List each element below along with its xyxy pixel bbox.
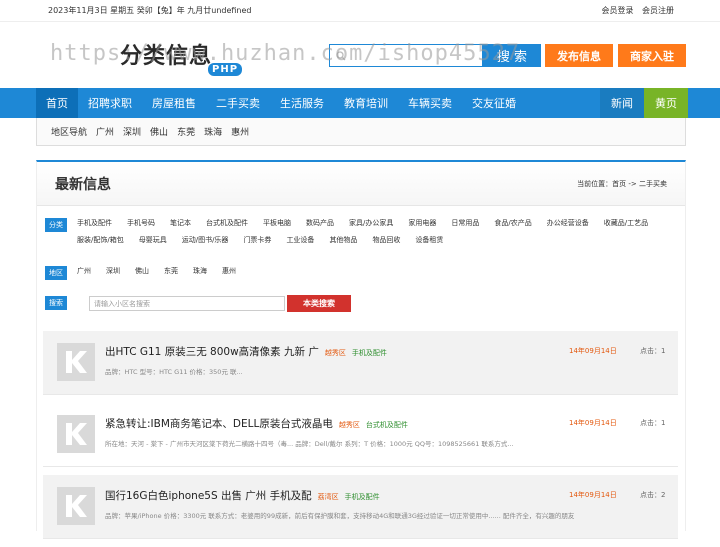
- watermark: https://www.huzhan.com/ishop45527: [50, 41, 521, 66]
- listing-title[interactable]: 国行16G白色iphone5S 出售 广州 手机及配: [105, 490, 312, 502]
- area-option[interactable]: 佛山: [135, 266, 149, 276]
- listing-description: 品牌：HTC 型号：HTC G11 价格：350元 联...: [105, 368, 243, 376]
- listing-list: 出HTC G11 原装三无 800w高清像素 九新 广越秀区 手机及配件 品牌：HT…: [43, 331, 678, 547]
- nav-life-services[interactable]: 生活服务: [270, 88, 334, 118]
- listing-date: 14年09月14日: [569, 419, 617, 427]
- category-option[interactable]: 办公经营设备: [547, 218, 589, 228]
- area-option[interactable]: 深圳: [106, 266, 120, 276]
- listing-area[interactable]: 越秀区: [339, 421, 360, 429]
- listing-item[interactable]: 出HTC G11 原装三无 800w高清像素 九新 广越秀区 手机及配件品牌：HT…: [43, 331, 678, 395]
- nav-home[interactable]: 首页: [36, 88, 78, 118]
- nav-jobs[interactable]: 招聘求职: [78, 88, 142, 118]
- listing-title[interactable]: 出HTC G11 原装三无 800w高清像素 九新 广: [105, 346, 319, 358]
- listing-clicks: 点击：1: [640, 419, 666, 427]
- listing-thumbnail[interactable]: [57, 487, 95, 525]
- latest-info-panel: 最新信息 当前位置：首页 -> 二手买卖 分类 手机及配件 手机号码 笔记本 台式机及…: [36, 160, 686, 539]
- category-option[interactable]: 其他物品: [329, 235, 357, 245]
- area-option[interactable]: 广州: [77, 266, 91, 276]
- post-info-button[interactable]: 发布信息: [545, 44, 613, 67]
- panel-title: 最新信息: [55, 176, 111, 193]
- category-filter: 分类 手机及配件 手机号码 笔记本 台式机及配件 平板电脑 数码产品 家具/办公家具 家用电器…: [45, 218, 677, 252]
- area-option[interactable]: 珠海: [193, 266, 207, 276]
- area-option[interactable]: 惠州: [222, 266, 236, 276]
- category-option[interactable]: 收藏品/工艺品: [604, 218, 648, 228]
- category-option[interactable]: 日常用品: [451, 218, 479, 228]
- placeholder-logo-icon: [66, 351, 87, 373]
- listing-item[interactable]: 国行16G白色iphone5S 出售 广州 手机及配 荔湾区 手机及配件品牌：苹果/…: [43, 475, 678, 539]
- main-nav: 首页 招聘求职 房屋租售 二手买卖 生活服务 教育培训 车辆买卖 交友征婚 新闻…: [0, 88, 720, 118]
- search-tag: 搜索: [45, 296, 67, 310]
- region-nav: 地区导航 广州 深圳 佛山 东莞 珠海 惠州: [36, 118, 686, 146]
- category-option[interactable]: 设备租赁: [415, 235, 443, 245]
- panel-header: 最新信息 当前位置：首页 -> 二手买卖: [37, 162, 685, 206]
- category-option[interactable]: 物品回收: [372, 235, 400, 245]
- category-option[interactable]: 服装/配饰/箱包: [77, 235, 124, 245]
- category-option[interactable]: 运动/图书/乐器: [182, 235, 229, 245]
- category-tag: 分类: [45, 218, 67, 232]
- category-option[interactable]: 家具/办公家具: [349, 218, 393, 228]
- category-option[interactable]: 平板电脑: [263, 218, 291, 228]
- category-option[interactable]: 手机及配件: [77, 218, 112, 228]
- nav-secondhand[interactable]: 二手买卖: [206, 88, 270, 118]
- category-option[interactable]: 食品/农产品: [494, 218, 531, 228]
- listing-category[interactable]: 台式机及配件: [366, 421, 408, 429]
- listing-thumbnail[interactable]: [57, 343, 95, 381]
- category-option[interactable]: 台式机及配件: [206, 218, 248, 228]
- region-nav-label: 地区导航: [51, 128, 88, 138]
- date-text: 2023年11月3日 星期五 癸卯【兔】年 九月廿undefined: [48, 6, 252, 15]
- listing-area[interactable]: 越秀区: [325, 349, 346, 357]
- area-filter: 地区 广州 深圳 佛山 东莞 珠海 惠州: [45, 266, 677, 283]
- category-option[interactable]: 家用电器: [408, 218, 436, 228]
- listing-category[interactable]: 手机及配件: [352, 349, 387, 357]
- listing-category[interactable]: 手机及配件: [345, 493, 380, 501]
- region-link[interactable]: 珠海: [204, 125, 222, 138]
- category-option[interactable]: 门票卡券: [243, 235, 271, 245]
- listing-clicks: 点击：2: [640, 491, 666, 499]
- area-options: 广州 深圳 佛山 东莞 珠海 惠州: [77, 266, 677, 283]
- placeholder-logo-icon: [66, 495, 87, 517]
- nav-housing[interactable]: 房屋租售: [142, 88, 206, 118]
- listing-date: 14年09月14日: [569, 347, 617, 355]
- category-option[interactable]: 工业设备: [286, 235, 314, 245]
- nav-dating[interactable]: 交友征婚: [462, 88, 526, 118]
- nav-education[interactable]: 教育培训: [334, 88, 398, 118]
- merchant-join-button[interactable]: 商家入驻: [618, 44, 686, 67]
- nav-yellow-pages[interactable]: 黄页: [644, 88, 688, 118]
- region-link[interactable]: 深圳: [123, 125, 141, 138]
- category-option[interactable]: 数码产品: [306, 218, 334, 228]
- top-bar: 2023年11月3日 星期五 癸卯【兔】年 九月廿undefined 会员登录 …: [0, 0, 720, 22]
- category-search-button[interactable]: 本类搜索: [287, 295, 351, 312]
- listing-date: 14年09月14日: [569, 491, 617, 499]
- listing-title[interactable]: 紧急转让:IBM商务笔记本、DELL原装台式液晶电: [105, 418, 333, 430]
- listing-area[interactable]: 荔湾区: [318, 493, 339, 501]
- keyword-search-input[interactable]: 请输入小区名搜索: [89, 296, 285, 311]
- category-option[interactable]: 手机号码: [127, 218, 155, 228]
- listing-thumbnail[interactable]: [57, 415, 95, 453]
- nav-news[interactable]: 新闻: [600, 88, 644, 118]
- category-option[interactable]: 母婴玩具: [139, 235, 167, 245]
- placeholder-logo-icon: [66, 423, 87, 445]
- region-link[interactable]: 东莞: [177, 125, 195, 138]
- search-filter: 搜索: [45, 296, 77, 310]
- area-tag: 地区: [45, 266, 67, 280]
- area-option[interactable]: 东莞: [164, 266, 178, 276]
- nav-vehicles[interactable]: 车辆买卖: [398, 88, 462, 118]
- breadcrumb: 当前位置：首页 -> 二手买卖: [577, 179, 667, 188]
- listing-description: 品牌：苹果/iPhone 价格：3300元 联系方式：老婆用的99成新，前后有保…: [105, 512, 575, 520]
- listing-item[interactable]: 紧急转让:IBM商务笔记本、DELL原装台式液晶电 越秀区 台式机及配件所在地：天河…: [43, 403, 678, 467]
- region-link[interactable]: 惠州: [231, 125, 249, 138]
- category-option[interactable]: 笔记本: [170, 218, 191, 228]
- login-link[interactable]: 会员登录: [601, 6, 633, 15]
- region-link[interactable]: 佛山: [150, 125, 168, 138]
- listing-description: 所在地：天河 - 棠下 - 广州市天河区棠下荷光二横路十四号（毒... 品牌：D…: [105, 440, 514, 448]
- category-options: 手机及配件 手机号码 笔记本 台式机及配件 平板电脑 数码产品 家具/办公家具 家用电器 日常用…: [77, 218, 677, 252]
- top-links: 会员登录 会员注册: [595, 5, 674, 16]
- listing-clicks: 点击：1: [640, 347, 666, 355]
- region-link[interactable]: 广州: [96, 125, 114, 138]
- register-link[interactable]: 会员注册: [642, 6, 674, 15]
